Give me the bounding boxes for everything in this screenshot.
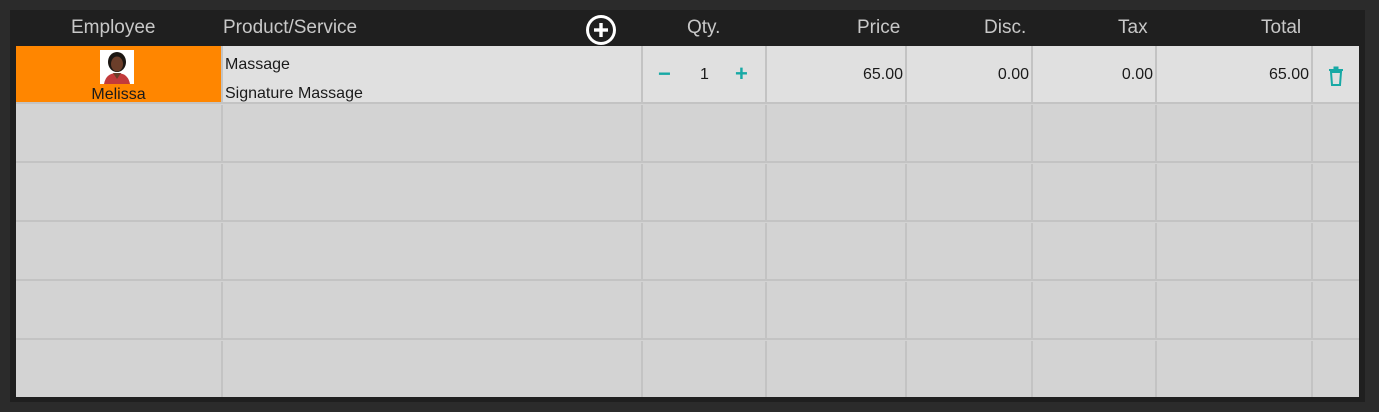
empty-cell (767, 105, 907, 161)
empty-cell (1157, 105, 1313, 161)
col-header-disc: Disc. (984, 17, 1027, 38)
tax-cell[interactable]: 0.00 (1033, 46, 1157, 102)
tax-value: 0.00 (1121, 66, 1153, 83)
empty-cell (643, 105, 767, 161)
product-cell[interactable]: Massage Signature Massage (223, 46, 643, 102)
price-cell[interactable]: 65.00 (767, 46, 907, 102)
price-value: 65.00 (862, 66, 903, 83)
empty-cell (1157, 164, 1313, 220)
empty-cell (16, 164, 223, 220)
col-header-qty: Qty. (687, 17, 721, 38)
disc-value: 0.00 (997, 66, 1029, 83)
empty-cell (907, 223, 1033, 279)
empty-cell (16, 223, 223, 279)
product-name: Massage (225, 56, 290, 73)
empty-cell (643, 164, 767, 220)
col-header-price: Price (857, 17, 901, 38)
table-header: Employee Product/Service Qty. Price Disc… (16, 10, 1359, 46)
table-row[interactable]: Melissa Massage Signature Massage − 1 + … (16, 46, 1359, 104)
empty-cell (907, 164, 1033, 220)
empty-cell (907, 105, 1033, 161)
empty-cell (223, 341, 643, 397)
empty-cell (1157, 341, 1313, 397)
empty-cell (223, 282, 643, 338)
empty-cell (16, 341, 223, 397)
empty-cell (1033, 341, 1157, 397)
empty-row (16, 105, 1359, 163)
employee-name: Melissa (91, 86, 146, 103)
empty-cell (643, 282, 767, 338)
order-lines-table: Melissa Massage Signature Massage − 1 + … (16, 46, 1359, 397)
empty-cell (1033, 164, 1157, 220)
empty-cell (1033, 223, 1157, 279)
empty-cell (643, 223, 767, 279)
empty-row (16, 164, 1359, 222)
employee-cell[interactable]: Melissa (16, 46, 223, 103)
qty-cell: − 1 + (643, 46, 767, 102)
total-cell: 65.00 (1157, 46, 1313, 102)
qty-value[interactable]: 1 (700, 66, 709, 84)
empty-cell (907, 341, 1033, 397)
service-name: Signature Massage (225, 85, 363, 102)
col-header-total: Total (1261, 17, 1302, 38)
disc-cell[interactable]: 0.00 (907, 46, 1033, 102)
empty-cell (1033, 282, 1157, 338)
empty-cell (767, 223, 907, 279)
empty-cell (223, 223, 643, 279)
trash-icon[interactable] (1328, 66, 1344, 86)
empty-cell (223, 105, 643, 161)
empty-cell (767, 282, 907, 338)
empty-cell (223, 164, 643, 220)
qty-decrease-button[interactable]: − (658, 61, 671, 87)
empty-cell (1157, 282, 1313, 338)
empty-cell (643, 341, 767, 397)
empty-cell (1157, 223, 1313, 279)
total-value: 65.00 (1268, 66, 1309, 83)
empty-cell (1033, 105, 1157, 161)
plus-circle-icon[interactable] (584, 13, 618, 47)
empty-cell (16, 282, 223, 338)
empty-row (16, 223, 1359, 281)
qty-increase-button[interactable]: + (735, 61, 748, 87)
empty-cell (16, 105, 223, 161)
empty-cell (767, 164, 907, 220)
employee-avatar (100, 50, 134, 84)
col-header-employee: Employee (71, 17, 156, 38)
empty-row (16, 341, 1359, 397)
empty-row (16, 282, 1359, 340)
empty-cell (907, 282, 1033, 338)
col-header-tax: Tax (1118, 17, 1148, 38)
empty-cell (767, 341, 907, 397)
col-header-product: Product/Service (223, 17, 358, 38)
